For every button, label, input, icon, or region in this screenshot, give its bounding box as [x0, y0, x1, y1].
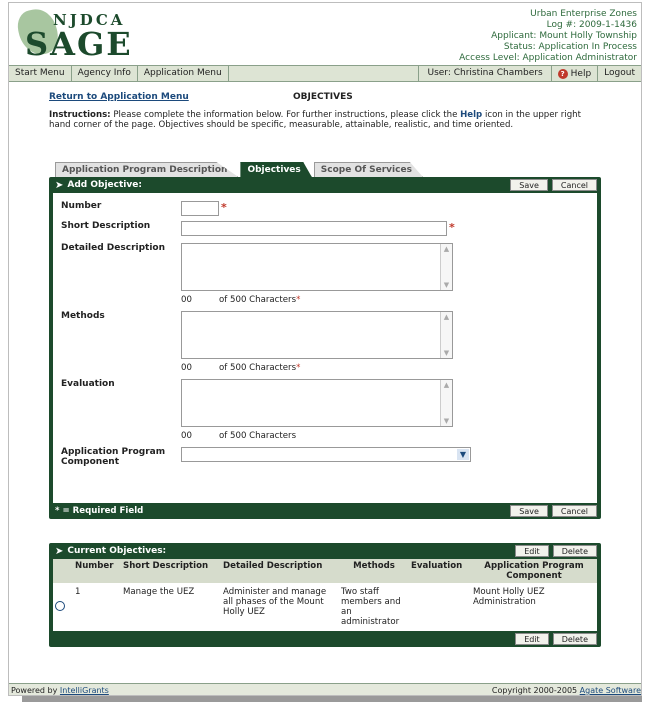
application-status: Status: Application In Process [503, 42, 637, 52]
cell-methods: Two staff members and an administrator [341, 587, 401, 627]
app-window: NJDCA SAGE Urban Enterprise Zones Log #:… [8, 2, 642, 696]
current-objectives-table: Number Short Description Detailed Descri… [53, 559, 597, 631]
evaluation-count: 00 of 500 Characters [181, 431, 297, 441]
save-button-top[interactable]: Save [510, 179, 548, 191]
add-objective-footer: * = Required Field Save Cancel [49, 503, 601, 519]
program-name: Urban Enterprise Zones [530, 9, 637, 19]
add-objective-form: Number * Short Description * Detailed De… [53, 193, 597, 503]
intelligrants-link[interactable]: IntelliGrants [60, 686, 109, 695]
instructions-text-a: Please complete the information below. F… [110, 110, 461, 120]
page-title: OBJECTIVES [293, 92, 353, 102]
col-short-description: Short Description [121, 559, 221, 583]
cancel-button-bottom[interactable]: Cancel [551, 505, 597, 517]
current-objectives-footer: Edit Delete [49, 631, 601, 647]
save-button-bottom[interactable]: Save [510, 505, 548, 517]
methods-scrollbar[interactable]: ▲ ▼ [440, 312, 452, 358]
main-content: Return to Application Menu OBJECTIVES In… [9, 82, 641, 647]
page-footer: Powered by IntelliGrants Copyright 2000-… [9, 683, 641, 695]
cell-short-description: Manage the UEZ [123, 587, 195, 597]
tab-bar: Application Program Description Objectiv… [55, 162, 425, 177]
help-icon[interactable]: ? [557, 68, 568, 79]
row-select-radio[interactable] [55, 601, 65, 611]
table-header-row: Number Short Description Detailed Descri… [53, 559, 597, 583]
delete-button-top[interactable]: Delete [552, 545, 597, 557]
access-level: Access Level: Application Administrator [459, 53, 637, 63]
add-objective-title: Add Objective: [67, 180, 142, 190]
detailed-description-scrollbar[interactable]: ▲ ▼ [440, 244, 452, 290]
nav-logout[interactable]: Logout [598, 66, 641, 81]
edit-button-bottom[interactable]: Edit [515, 633, 549, 645]
evaluation-textarea[interactable]: ▲ ▼ [181, 379, 453, 427]
expand-arrow-icon: ➤ [55, 545, 64, 557]
current-objectives-title: Current Objectives: [67, 546, 167, 556]
required-field-note: * = Required Field [55, 506, 144, 516]
top-nav: Start Menu Agency Info Application Menu … [9, 65, 641, 82]
methods-textarea[interactable]: ▲ ▼ [181, 311, 453, 359]
col-number: Number [73, 559, 121, 583]
cancel-button-top[interactable]: Cancel [551, 179, 597, 191]
add-objective-header: ➤ Add Objective: Save Cancel [49, 177, 601, 193]
current-user: User: Christina Chambers [418, 66, 552, 81]
number-input[interactable] [181, 201, 219, 216]
evaluation-scrollbar[interactable]: ▲ ▼ [440, 380, 452, 426]
detailed-description-label: Detailed Description [61, 243, 166, 253]
expand-arrow-icon: ➤ [55, 179, 64, 191]
application-info: Urban Enterprise Zones Log #: 2009-1-143… [459, 9, 637, 64]
delete-button-bottom[interactable]: Delete [552, 633, 597, 645]
header: NJDCA SAGE Urban Enterprise Zones Log #:… [9, 3, 641, 65]
col-methods: Methods [339, 559, 409, 583]
tab-objectives[interactable]: Objectives [240, 162, 312, 177]
detailed-description-count: 00 of 500 Characters* [181, 295, 301, 305]
col-application-program-component: Application Program Component [471, 559, 597, 583]
tab-scope-of-services[interactable]: Scope Of Services [313, 162, 423, 177]
methods-label: Methods [61, 311, 105, 321]
current-objectives-panel: ➤ Current Objectives: Edit Delete Number… [49, 543, 601, 647]
col-evaluation: Evaluation [409, 559, 471, 583]
return-to-application-menu-link[interactable]: Return to Application Menu [49, 92, 189, 102]
logo-main-text: SAGE [25, 25, 133, 63]
application-program-component-select[interactable]: ▼ [181, 447, 471, 462]
methods-count: 00 of 500 Characters* [181, 363, 301, 373]
number-label: Number [61, 201, 102, 211]
current-objectives-table-wrap: Number Short Description Detailed Descri… [53, 559, 597, 631]
copyright: Copyright 2000-2005 Agate Software [491, 686, 641, 695]
edit-button-top[interactable]: Edit [515, 545, 549, 557]
cell-number: 1 [75, 587, 81, 597]
log-number: Log #: 2009-1-1436 [546, 20, 637, 30]
cell-evaluation [409, 583, 471, 631]
cell-application-program-component: Mount Holly UEZ Administration [473, 587, 545, 607]
cell-detailed-description: Administer and manage all phases of the … [223, 587, 327, 617]
application-program-component-label: Application Program Component [61, 447, 166, 467]
instructions-label: Instructions: [49, 110, 111, 120]
table-row: 1 Manage the UEZ Administer and manage a… [53, 583, 597, 631]
instructions-help-link[interactable]: Help [460, 110, 482, 120]
help-label[interactable]: Help [571, 69, 592, 79]
add-objective-panel: ➤ Add Objective: Save Cancel Number * Sh… [49, 177, 601, 519]
number-required-mark: * [221, 201, 227, 214]
short-description-required-mark: * [449, 221, 455, 234]
chevron-down-icon[interactable]: ▼ [457, 449, 469, 460]
nav-help[interactable]: ? Help [552, 66, 599, 81]
agate-software-link[interactable]: Agate Software [580, 686, 641, 695]
nav-application-menu[interactable]: Application Menu [138, 66, 229, 81]
col-detailed-description: Detailed Description [221, 559, 339, 583]
applicant-name: Applicant: Mount Holly Township [491, 31, 637, 41]
powered-by: Powered by IntelliGrants [11, 686, 109, 695]
nav-start-menu[interactable]: Start Menu [9, 66, 72, 81]
short-description-input[interactable] [181, 221, 447, 236]
instructions: Instructions: Please complete the inform… [49, 110, 601, 130]
sage-logo: NJDCA SAGE [14, 5, 157, 63]
evaluation-label: Evaluation [61, 379, 115, 389]
tab-application-program-description[interactable]: Application Program Description [55, 162, 239, 177]
nav-agency-info[interactable]: Agency Info [72, 66, 138, 81]
current-objectives-header: ➤ Current Objectives: Edit Delete [49, 543, 601, 559]
short-description-label: Short Description [61, 221, 151, 231]
detailed-description-textarea[interactable]: ▲ ▼ [181, 243, 453, 291]
